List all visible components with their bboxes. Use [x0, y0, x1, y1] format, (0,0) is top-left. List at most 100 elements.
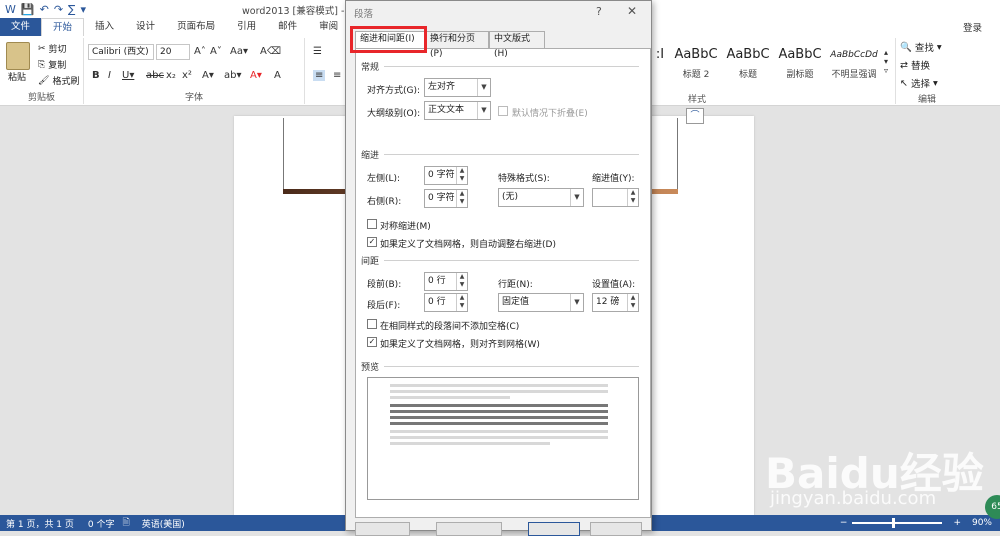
- page-count[interactable]: 第 1 页，共 1 页: [6, 517, 74, 530]
- align-center-icon[interactable]: ≡: [333, 70, 341, 81]
- tab-insert[interactable]: 插入: [84, 18, 125, 36]
- cancel-button[interactable]: [590, 522, 642, 536]
- indent-by-label: 缩进值(Y):: [592, 174, 635, 184]
- set-default-button[interactable]: [436, 522, 502, 536]
- ok-button[interactable]: [528, 522, 580, 536]
- chevron-down-icon: ▾: [936, 41, 942, 53]
- select-button[interactable]: ↖ 选择 ▾: [900, 76, 938, 91]
- no-space-checkbox[interactable]: [367, 319, 377, 329]
- line-spacing-select[interactable]: 固定值 ▼: [498, 293, 584, 312]
- at-value: 12 磅: [596, 297, 620, 307]
- shrink-font-icon[interactable]: A˅: [210, 46, 222, 57]
- copy-button[interactable]: ⎘ 复制: [38, 58, 66, 72]
- tab-line-page-breaks[interactable]: 换行和分页(P): [425, 31, 489, 59]
- after-input[interactable]: 0 行 ▲ ▼: [424, 293, 468, 312]
- collapse-checkbox[interactable]: [498, 106, 508, 116]
- auto-adjust-checkbox[interactable]: ✓: [367, 237, 377, 247]
- style-subtle-emphasis[interactable]: AaBbCcDd 不明显强调: [826, 46, 882, 80]
- format-painter-label: 格式刷: [52, 77, 80, 87]
- strikethrough-icon[interactable]: abc: [146, 70, 164, 81]
- find-button[interactable]: 🔍 查找 ▾: [900, 40, 942, 55]
- layout-options-icon[interactable]: ⌒: [686, 108, 704, 124]
- help-icon[interactable]: ?: [596, 5, 602, 18]
- format-painter-button[interactable]: 🖌 格式刷: [38, 74, 80, 88]
- word-logo-icon: W: [5, 2, 16, 16]
- align-label: 对齐方式(G):: [367, 86, 421, 96]
- font-color-icon[interactable]: A▾: [250, 70, 262, 81]
- spin-icon[interactable]: ▲ ▼: [456, 190, 467, 207]
- right-indent-input[interactable]: 0 字符 ▲ ▼: [424, 189, 468, 208]
- grow-font-icon[interactable]: A˄: [194, 46, 206, 57]
- save-icon[interactable]: 💾: [21, 3, 35, 16]
- spin-icon[interactable]: ▲ ▼: [456, 273, 467, 290]
- mirror-checkbox[interactable]: [367, 219, 377, 229]
- replace-button[interactable]: ⇄ 替换: [900, 58, 930, 73]
- change-case-icon[interactable]: Aa▾: [230, 46, 248, 57]
- style-subtitle[interactable]: AaBbC 副标题: [774, 46, 826, 80]
- zoom-slider[interactable]: [852, 518, 943, 528]
- tabs-button[interactable]: [355, 522, 410, 536]
- spin-icon[interactable]: ▲ ▼: [456, 294, 467, 311]
- proofing-icon[interactable]: 🗎: [123, 515, 130, 531]
- paste-button[interactable]: 粘贴: [8, 70, 26, 83]
- align-select[interactable]: 左对齐 ▼: [424, 78, 491, 97]
- highlight-icon[interactable]: ab▾: [224, 70, 242, 81]
- redo-icon[interactable]: ↷: [54, 3, 63, 16]
- preview-line: [390, 430, 608, 433]
- spin-icon[interactable]: ▲ ▼: [456, 167, 467, 184]
- font-name-select[interactable]: Calibri (西文): [88, 44, 154, 60]
- spin-icon[interactable]: ▲ ▼: [627, 189, 638, 206]
- char-shading-icon[interactable]: A: [274, 70, 281, 81]
- tab-references[interactable]: 引用: [226, 18, 267, 36]
- zoom-out-icon[interactable]: −: [840, 518, 848, 528]
- style-heading1-partial[interactable]: :I: [652, 46, 668, 64]
- tab-mailings[interactable]: 邮件: [267, 18, 308, 36]
- spin-icon[interactable]: ▲ ▼: [627, 294, 638, 311]
- tab-home[interactable]: 开始: [41, 18, 85, 36]
- special-select[interactable]: (无) ▼: [498, 188, 584, 207]
- subscript-icon[interactable]: x₂: [166, 70, 176, 81]
- login-link[interactable]: 登录: [963, 20, 982, 34]
- text-effects-icon[interactable]: A▾: [202, 70, 214, 81]
- before-input[interactable]: 0 行 ▲ ▼: [424, 272, 468, 291]
- preview-line: [390, 442, 550, 445]
- close-icon[interactable]: ✕: [627, 4, 637, 18]
- customize-qa-icon[interactable]: ▾: [80, 3, 86, 16]
- tab-design[interactable]: 设计: [125, 18, 166, 36]
- word-count[interactable]: 0 个字: [88, 517, 115, 530]
- zoom-slider-thumb[interactable]: [892, 518, 896, 528]
- sum-icon[interactable]: ∑: [68, 3, 75, 16]
- font-size-select[interactable]: 20: [156, 44, 190, 60]
- left-indent-value: 0 字符: [428, 170, 455, 180]
- style-title[interactable]: AaBbC 标题: [722, 46, 774, 80]
- clear-format-icon[interactable]: A⌫: [260, 46, 281, 57]
- superscript-icon[interactable]: x²: [182, 70, 192, 81]
- snap-grid-checkbox[interactable]: ✓: [367, 337, 377, 347]
- undo-icon[interactable]: ↶: [40, 3, 49, 16]
- cut-button[interactable]: ✂ 剪切: [38, 42, 67, 56]
- styles-scroll-icon[interactable]: ▴ ▾ ▿: [884, 48, 888, 75]
- tab-asian-typography[interactable]: 中文版式(H): [489, 31, 545, 59]
- after-label: 段后(F):: [367, 301, 401, 311]
- left-indent-input[interactable]: 0 字符 ▲ ▼: [424, 166, 468, 185]
- outline-select[interactable]: 正文文本 ▼: [424, 101, 491, 120]
- paste-icon[interactable]: [6, 42, 30, 70]
- underline-icon[interactable]: U▾: [122, 70, 134, 81]
- tab-layout[interactable]: 页面布局: [166, 18, 226, 36]
- at-input[interactable]: 12 磅 ▲ ▼: [592, 293, 639, 312]
- style-heading2[interactable]: AaBbC 标题 2: [670, 46, 722, 80]
- dialog-title: 段落: [354, 9, 374, 20]
- tab-file[interactable]: 文件: [0, 18, 42, 36]
- align-left-icon[interactable]: ≡: [313, 70, 326, 81]
- italic-icon[interactable]: I: [108, 70, 111, 81]
- language[interactable]: 英语(美国): [142, 517, 185, 530]
- zoom-in-icon[interactable]: +: [953, 518, 961, 528]
- bullets-icon[interactable]: ☰: [313, 46, 322, 57]
- zoom-level[interactable]: 90%: [972, 518, 992, 528]
- right-indent-value: 0 字符: [428, 193, 455, 203]
- line-spacing-value: 固定值: [502, 297, 530, 307]
- bold-icon[interactable]: B: [92, 70, 100, 81]
- tab-review[interactable]: 审阅: [308, 18, 349, 36]
- style-subtitle-preview: AaBbC: [778, 47, 822, 62]
- indent-by-input[interactable]: ▲ ▼: [592, 188, 639, 207]
